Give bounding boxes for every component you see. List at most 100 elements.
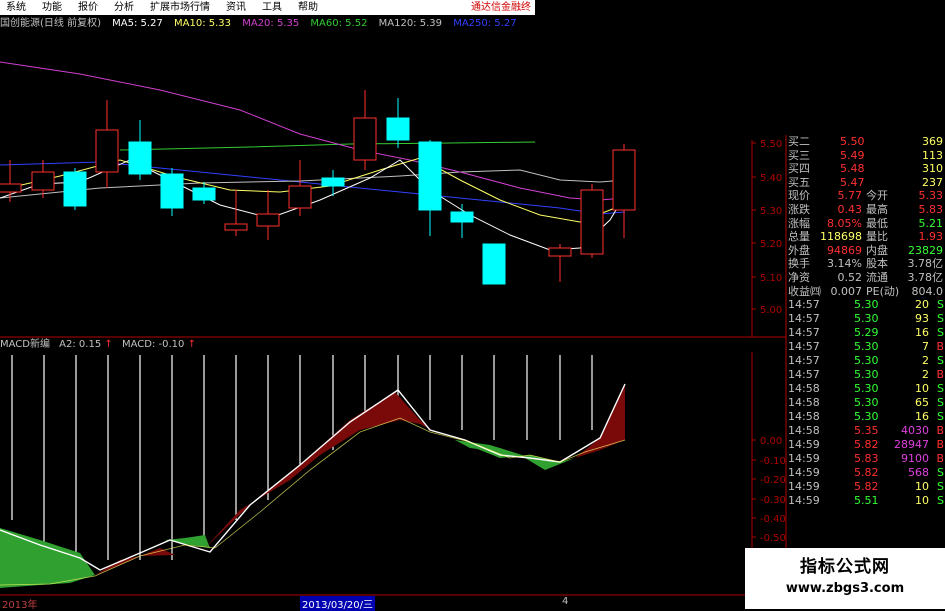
tick-side: S xyxy=(937,494,944,508)
bid-volume: 237 xyxy=(922,175,943,189)
tick-price: 5.51 xyxy=(854,494,879,508)
stat-label: 外盘 xyxy=(788,243,810,257)
macd-red-area xyxy=(205,392,432,548)
watermark-url: www.zbgs3.com xyxy=(785,581,905,596)
tick-row: 14:59 5.82 568 S xyxy=(786,466,945,480)
stat-value: 1.93 xyxy=(918,230,944,244)
tick-side: S xyxy=(937,298,944,312)
tick-side: S xyxy=(937,480,944,494)
tick-row: 14:59 5.82 10 S xyxy=(786,480,945,494)
tick-row: 14:57 5.30 2 B xyxy=(786,368,945,382)
watermark-title: 指标公式网 xyxy=(800,557,890,577)
macd-tick-label: -0.30 xyxy=(760,495,786,506)
macd-tick-label: -0.50 xyxy=(760,533,786,544)
macd-tick-label: -0.20 xyxy=(760,475,786,486)
tick-volume: 16 xyxy=(915,410,929,424)
tick-row: 14:57 5.30 2 S xyxy=(786,354,945,368)
bid-price: 5.49 xyxy=(840,148,865,162)
quote-panel: 买二 5.50 369 买三 5.49 113 买四 5.48 310 买五 5.47 237 现价 5… xyxy=(786,135,945,508)
bid-row[interactable]: 买二 5.50 369 xyxy=(786,135,945,149)
tick-volume: 7 xyxy=(922,340,929,354)
stat-value: 0.007 xyxy=(830,284,863,298)
down-candle xyxy=(418,141,442,211)
bid-label: 买四 xyxy=(788,162,810,176)
price-tick-label: 5.30 xyxy=(760,206,782,217)
stat-value: 5.77 xyxy=(837,189,863,203)
tick-price: 5.30 xyxy=(854,410,879,424)
up-candle xyxy=(548,247,572,257)
up-candle xyxy=(580,189,604,255)
tick-price: 5.30 xyxy=(854,382,879,396)
stat-label: 换手 xyxy=(788,257,810,271)
tick-time: 14:59 xyxy=(788,494,820,508)
tick-side: B xyxy=(936,438,944,452)
ma120-line xyxy=(0,169,626,199)
bid-row[interactable]: 买四 5.48 310 xyxy=(786,162,945,176)
tick-volume: 2 xyxy=(922,368,929,382)
down-candle xyxy=(63,171,87,207)
tick-side: B xyxy=(936,368,944,382)
tick-price: 5.35 xyxy=(854,424,879,438)
bid-row[interactable]: 买五 5.47 237 xyxy=(786,176,945,190)
bid-price: 5.48 xyxy=(840,162,865,176)
bid-row[interactable]: 买三 5.49 113 xyxy=(786,149,945,163)
macd-name[interactable]: MACD新编 xyxy=(0,339,50,350)
down-candle xyxy=(482,243,506,285)
tick-volume: 10 xyxy=(915,480,929,494)
stat-value: 5.83 xyxy=(918,202,944,216)
bid-label: 买二 xyxy=(788,135,810,148)
tick-side: S xyxy=(937,382,944,396)
macd-tick-label: -0.40 xyxy=(760,514,786,525)
stat-value: 3.14% xyxy=(827,257,862,271)
tick-row: 14:58 5.35 4030 B xyxy=(786,424,945,438)
bid-volume: 310 xyxy=(922,162,943,176)
stat-label: 内盘 xyxy=(866,243,888,257)
tick-row: 14:58 5.30 65 S xyxy=(786,396,945,410)
tick-side: S xyxy=(937,354,944,368)
stat-label: 现价 xyxy=(788,189,810,203)
tick-time: 14:57 xyxy=(788,340,820,354)
bid-price: 5.50 xyxy=(840,135,865,148)
price-tick-label: 5.00 xyxy=(760,305,782,316)
price-tick-label: 5.50 xyxy=(760,139,782,150)
stat-label: 最高 xyxy=(866,202,888,216)
tick-side: S xyxy=(937,326,944,340)
up-candle xyxy=(0,183,22,193)
stat-value: 0.43 xyxy=(837,202,863,216)
stat-label: 最低 xyxy=(866,216,888,230)
tick-time: 14:59 xyxy=(788,452,820,466)
down-candle xyxy=(128,141,152,175)
date-right: 4 xyxy=(562,596,569,607)
tick-time: 14:59 xyxy=(788,438,820,452)
up-candle xyxy=(612,149,636,211)
tick-row: 14:58 5.30 16 S xyxy=(786,410,945,424)
macd-tick-label: -0.10 xyxy=(760,456,786,467)
ma20-line xyxy=(0,61,626,201)
tick-volume: 9100 xyxy=(901,452,929,466)
macd-dea-line xyxy=(0,417,626,586)
stat-value: 3.78亿 xyxy=(907,270,944,284)
tick-row: 14:57 5.30 93 S xyxy=(786,312,945,326)
tick-volume: 65 xyxy=(915,396,929,410)
bid-price: 5.47 xyxy=(840,175,865,189)
up-candle xyxy=(95,129,119,173)
tick-volume: 16 xyxy=(915,326,929,340)
stat-label: 净资 xyxy=(788,270,810,284)
stat-value: 94869 xyxy=(827,243,862,257)
stat-label: 流通 xyxy=(866,270,888,284)
down-candle xyxy=(192,187,216,201)
tick-volume: 4030 xyxy=(901,424,929,438)
macd-green-area xyxy=(455,440,575,470)
stat-value: 5.33 xyxy=(918,189,944,203)
tick-time: 14:58 xyxy=(788,424,820,438)
tick-price: 5.29 xyxy=(854,326,879,340)
watermark: 指标公式网 www.zbgs3.com xyxy=(745,548,945,609)
up-candle xyxy=(353,117,377,161)
stat-label: 涨跌 xyxy=(788,202,810,216)
price-tick-label: 5.10 xyxy=(760,273,782,284)
up-candle xyxy=(224,223,248,231)
tick-time: 14:57 xyxy=(788,354,820,368)
tick-side: B xyxy=(936,340,944,354)
tick-price: 5.83 xyxy=(854,452,879,466)
stat-value: 5.21 xyxy=(918,216,944,230)
